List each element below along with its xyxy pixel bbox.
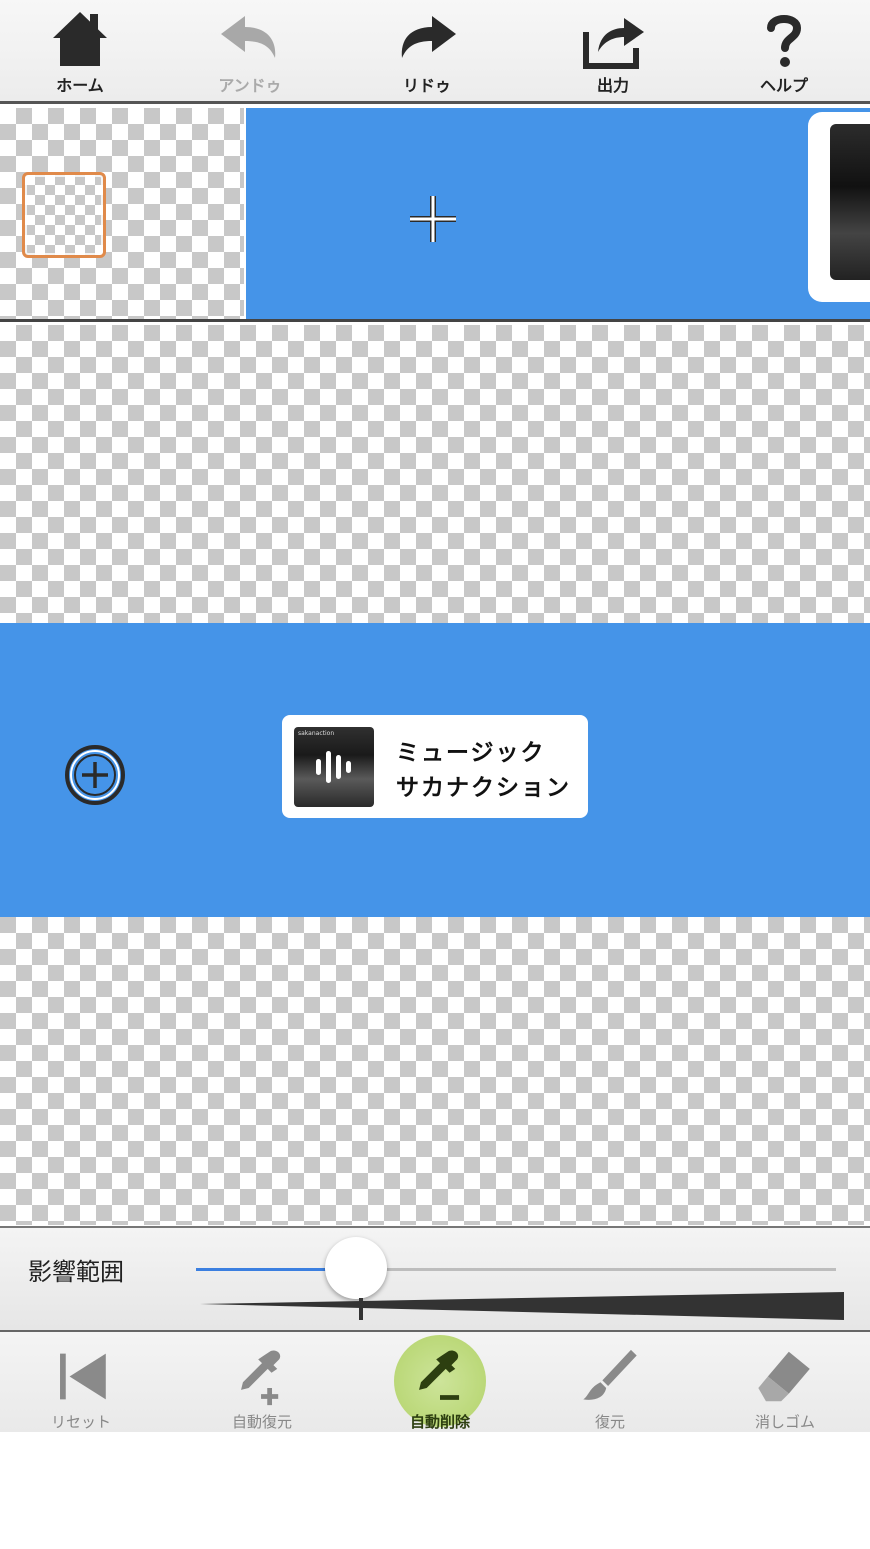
reset-label: リセット [50, 1413, 111, 1431]
range-label: 影響範囲 [28, 1258, 124, 1286]
eraser-icon [758, 1351, 810, 1402]
help-label: ヘルプ [759, 76, 808, 95]
restore-button[interactable]: 復元 [545, 1332, 675, 1432]
undo-arrow-icon [221, 16, 276, 58]
music-artist: サカナクション [396, 775, 571, 801]
brush-icon [583, 1349, 637, 1400]
range-size-wedge [200, 1292, 844, 1320]
reset-button[interactable]: リセット [16, 1332, 146, 1432]
redo-button[interactable]: リドゥ [367, 8, 487, 98]
preview-image-area [246, 108, 870, 319]
music-card: sakanaction ミュージック サカナクション [282, 715, 588, 818]
preview-card [808, 112, 870, 302]
question-mark-icon [767, 15, 802, 67]
redo-label: リドゥ [402, 76, 451, 95]
eraser-button[interactable]: 消しゴム [720, 1332, 850, 1432]
selection-frame[interactable] [22, 172, 106, 258]
export-label: 出力 [596, 76, 629, 95]
home-label: ホーム [56, 76, 104, 95]
help-button[interactable]: ヘルプ [724, 8, 844, 98]
restore-label: 復元 [594, 1413, 625, 1431]
dropper-minus-icon [419, 1350, 460, 1400]
album-art: sakanaction [294, 727, 374, 807]
eraser-label: 消しゴム [754, 1413, 815, 1431]
plus-circle-icon[interactable] [64, 744, 126, 806]
home-button[interactable]: ホーム [20, 8, 140, 98]
preview-album-thumbnail [830, 124, 870, 280]
auto-erase-button[interactable]: 自動削除 [375, 1332, 505, 1432]
redo-arrow-icon [401, 16, 456, 58]
skip-to-start-icon [60, 1353, 106, 1400]
preview-strip [0, 108, 870, 322]
music-title: ミュージック [396, 740, 546, 766]
image-banner: sakanaction ミュージック サカナクション [0, 623, 870, 917]
share-export-icon [583, 18, 644, 69]
album-tag: sakanaction [298, 730, 335, 737]
auto-restore-label: 自動復元 [231, 1413, 292, 1431]
undo-button[interactable]: アンドゥ [190, 8, 310, 98]
export-button[interactable]: 出力 [553, 8, 673, 98]
audio-waveform-icon [316, 751, 351, 783]
auto-restore-button[interactable]: 自動復元 [197, 1332, 327, 1432]
top-toolbar: ホーム アンドゥ リドゥ 出力 ヘルプ [0, 0, 870, 104]
auto-erase-label: 自動削除 [409, 1413, 470, 1431]
crosshair-plus-icon [410, 196, 456, 242]
home-icon [53, 12, 107, 66]
editing-canvas[interactable]: sakanaction ミュージック サカナクション [0, 325, 870, 1225]
range-panel: 影響範囲 [0, 1226, 870, 1332]
range-slider[interactable] [196, 1237, 836, 1299]
bottom-toolbar: リセット 自動復元 自動削除 復元 消しゴム [0, 1332, 870, 1432]
undo-label: アンドゥ [218, 76, 282, 95]
preview-transparent-area [0, 108, 244, 319]
dropper-plus-icon [241, 1350, 281, 1406]
